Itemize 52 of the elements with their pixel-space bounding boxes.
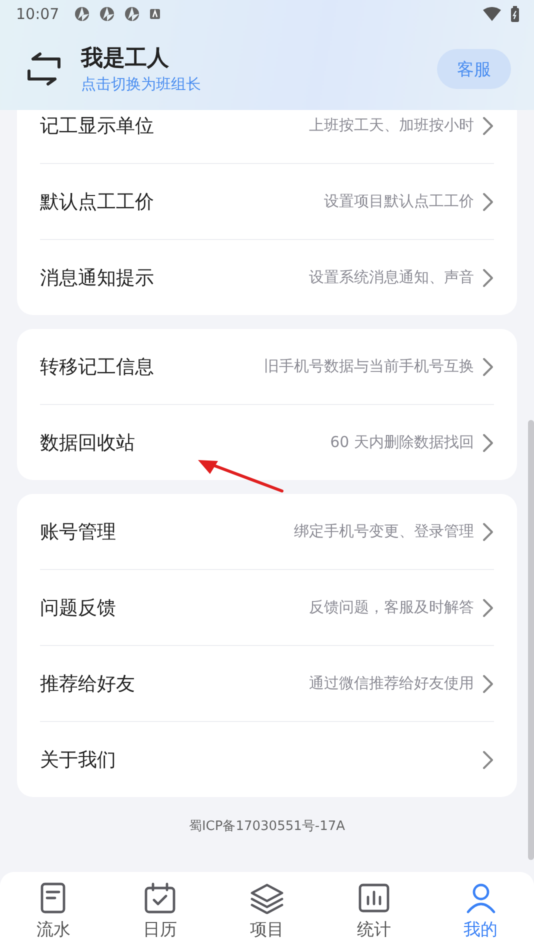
role-title: 我是工人 xyxy=(81,45,170,73)
nav-tab[interactable]: 项目 xyxy=(214,872,320,950)
icp-number: 蜀ICP备17030551号-17A xyxy=(188,818,346,835)
notification-icon xyxy=(99,6,116,22)
settings-row[interactable]: 记工显示单位 上班按工天、加班按小时 xyxy=(40,110,494,163)
chevron-right-icon xyxy=(482,522,494,542)
battery-icon xyxy=(510,6,520,22)
row-label: 记工显示单位 xyxy=(40,114,155,138)
settings-row[interactable]: 账号管理 绑定手机号变更、登录管理 xyxy=(40,494,494,569)
chevron-right-icon xyxy=(482,116,494,136)
chevron-right-icon xyxy=(482,674,494,694)
settings-row[interactable]: 问题反馈 反馈问题，客服及时解答 xyxy=(40,569,494,645)
keyboard-icon xyxy=(149,8,162,20)
chevron-right-icon xyxy=(482,268,494,288)
notification-icon xyxy=(74,6,90,22)
row-label: 转移记工信息 xyxy=(40,354,155,380)
settings-row[interactable]: 转移记工信息 旧手机号数据与当前手机号互换 xyxy=(40,329,494,404)
calendar-icon xyxy=(143,882,178,914)
settings-row[interactable]: 推荐给好友 通过微信推荐给好友使用 xyxy=(40,645,494,721)
settings-row[interactable]: 默认点工工价 设置项目默认点工工价 xyxy=(40,163,494,239)
row-label: 消息通知提示 xyxy=(40,266,155,290)
row-label: 数据回收站 xyxy=(40,430,136,456)
row-label: 问题反馈 xyxy=(40,596,117,620)
chevron-right-icon xyxy=(482,192,494,212)
chevron-right-icon xyxy=(482,356,494,376)
nav-tab[interactable]: 流水 xyxy=(0,872,107,950)
settings-row[interactable]: 消息通知提示 设置系统消息通知、声音 xyxy=(40,239,494,315)
row-label: 关于我们 xyxy=(40,748,117,772)
nav-tab[interactable]: 我的 xyxy=(427,872,534,950)
nav-tab[interactable]: 日历 xyxy=(106,872,214,950)
row-label: 默认点工工价 xyxy=(40,190,155,214)
status-time: 10:07 xyxy=(16,5,60,23)
wifi-icon xyxy=(483,7,501,21)
row-detail: 上班按工天、加班按小时 xyxy=(309,116,474,135)
nav-tab[interactable]: 统计 xyxy=(320,872,428,950)
row-label: 推荐给好友 xyxy=(40,672,136,696)
chevron-right-icon xyxy=(482,750,494,770)
row-detail: 60 天内删除数据找回 xyxy=(330,433,474,452)
row-detail: 通过微信推荐给好友使用 xyxy=(309,674,474,693)
row-detail: 反馈问题，客服及时解答 xyxy=(309,598,474,617)
row-detail: 绑定手机号变更、登录管理 xyxy=(294,522,474,541)
chart-icon xyxy=(356,882,391,914)
row-label: 账号管理 xyxy=(40,520,117,544)
switch-icon[interactable] xyxy=(25,51,63,87)
row-detail: 旧手机号数据与当前手机号互换 xyxy=(264,357,474,376)
chevron-right-icon xyxy=(482,598,494,618)
row-detail: 设置系统消息通知、声音 xyxy=(309,268,474,287)
row-detail: 设置项目默认点工工价 xyxy=(324,192,474,211)
notification-icon xyxy=(124,6,140,22)
layers-icon xyxy=(250,882,284,914)
settings-row[interactable]: 关于我们 xyxy=(40,721,494,797)
chevron-right-icon xyxy=(482,432,494,452)
